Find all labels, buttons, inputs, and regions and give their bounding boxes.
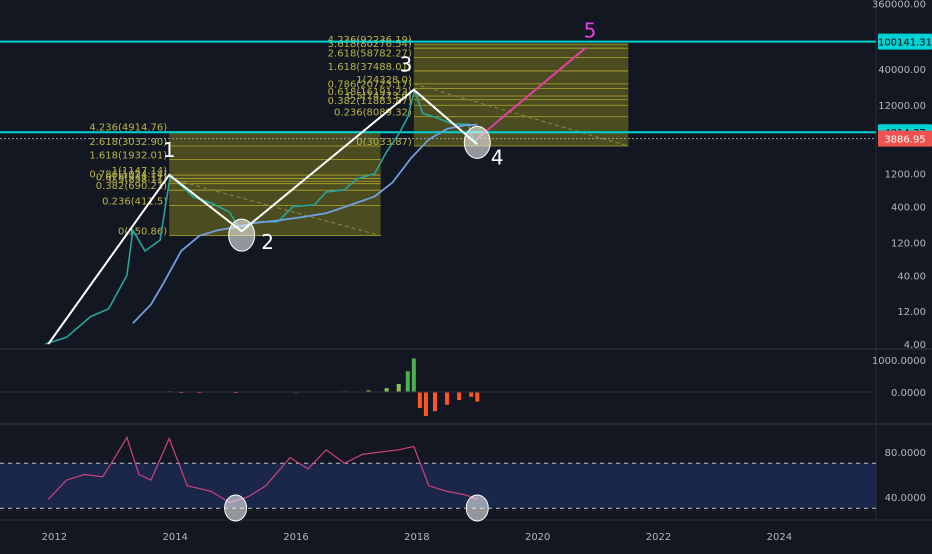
fib-level-label: 0.236(8089.32): [334, 108, 412, 119]
rsi-tick-label: 40.0000: [885, 493, 926, 504]
wave-4-marker-circle: [463, 125, 491, 159]
wave-label-3: 3: [399, 53, 412, 77]
macd-bar: [384, 388, 389, 392]
macd-bar: [445, 392, 450, 405]
y-tick-label: 120.00: [891, 238, 926, 249]
macd-bar: [475, 392, 480, 402]
rsi-marker-circle-1: [224, 494, 248, 522]
wave-label-4: 4: [491, 145, 504, 169]
macd-tick-label: 0.0000: [891, 388, 926, 399]
x-tick-label: 2022: [646, 532, 671, 543]
wave-label-1: 1: [163, 138, 176, 162]
macd-bar: [411, 358, 416, 392]
price-label-text: 3886.95: [884, 135, 925, 146]
macd-tick-label: 1000.0000: [872, 356, 926, 367]
wave-2-marker-circle: [228, 218, 256, 252]
y-tick-label: 4.00: [904, 340, 926, 351]
fib-level-label: 0.382(690.21): [96, 181, 168, 192]
x-tick-label: 2020: [525, 532, 550, 543]
macd-bar: [396, 384, 401, 392]
y-tick-label: 400.00: [891, 203, 926, 214]
macd-bar: [417, 392, 422, 408]
macd-bar: [423, 392, 428, 416]
x-tick-label: 2018: [404, 532, 429, 543]
wave-label-5: 5: [584, 19, 597, 43]
fib-level-label: 1.618(1932.01): [89, 150, 167, 161]
fib-box-2: [413, 44, 629, 147]
y-tick-label: 1200.00: [885, 170, 926, 181]
rsi-band-layer: [0, 462, 876, 509]
macd-bar: [457, 392, 462, 400]
rsi-band-fill: [0, 463, 876, 509]
chart-root: 4.236(4914.76) 2.618(3032.90) 1.618(1932.0…: [0, 0, 932, 550]
x-tick-label: 2016: [283, 532, 308, 543]
price-label-text: 100141.31: [878, 38, 932, 49]
y-tick-label: 40.00: [897, 271, 926, 282]
macd-bar: [405, 371, 410, 392]
fib-level-label: 0.236(411.5): [102, 197, 167, 208]
y-tick-label: 360000.00: [872, 0, 926, 10]
macd-bar: [432, 392, 437, 412]
rsi-marker-circle-2: [465, 494, 489, 522]
y-tick-label: 12000.00: [878, 101, 926, 112]
macd-bar: [469, 392, 474, 397]
y-tick-label: 40000.00: [878, 65, 926, 76]
x-tick-label: 2024: [767, 532, 792, 543]
chart-svg: 4.236(4914.76)2.618(3032.90)1.618(1932.0…: [0, 0, 932, 550]
x-tick-label: 2012: [42, 532, 67, 543]
x-tick-label: 2014: [162, 532, 187, 543]
wave-label-2: 2: [261, 230, 274, 254]
y-tick-label: 12.00: [897, 307, 926, 318]
rsi-tick-label: 80.0000: [885, 448, 926, 459]
